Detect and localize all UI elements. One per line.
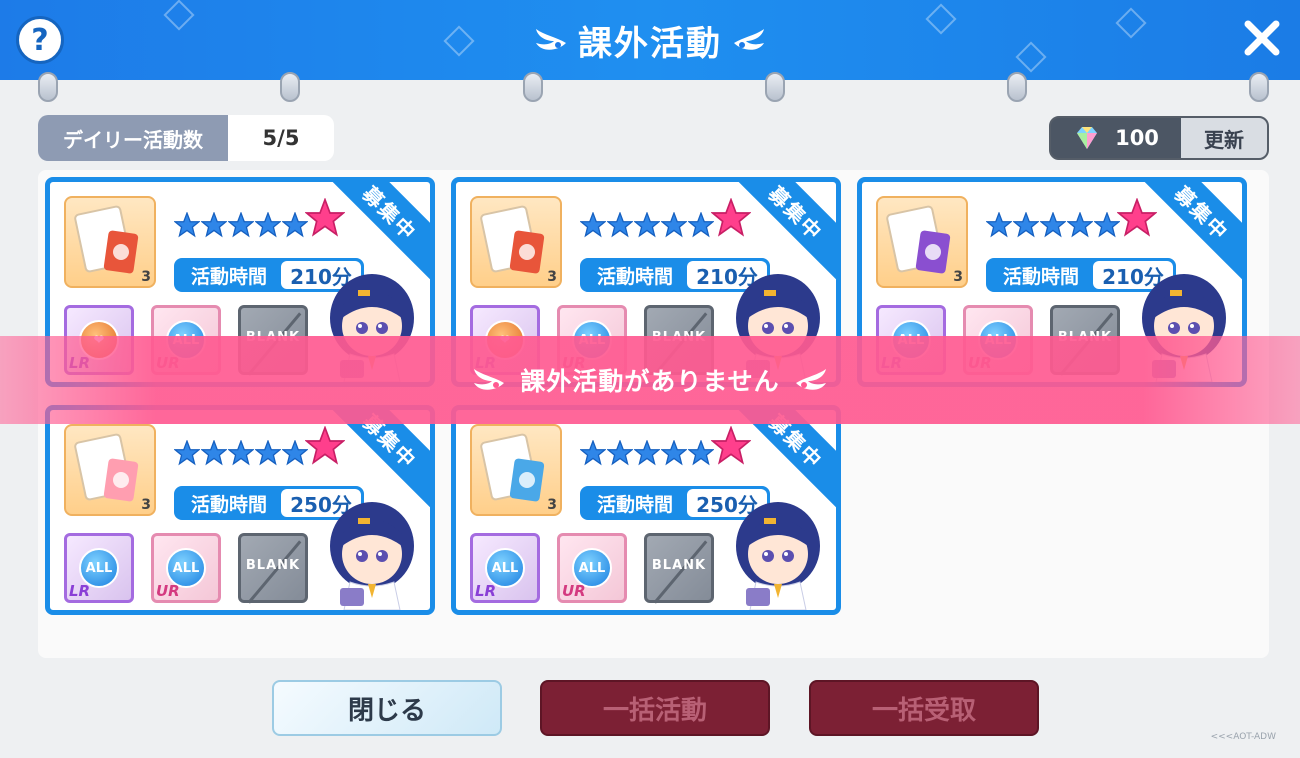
close-dialog-button[interactable]: 閉じる <box>272 680 502 736</box>
binder-rings <box>0 72 1300 104</box>
blue-star-icon <box>174 440 200 466</box>
dialog-header: ? 課外活動 <box>0 0 1300 80</box>
pink-star-icon <box>305 198 345 238</box>
title-text: 課外活動 <box>578 23 722 64</box>
blank-label: BLANK <box>651 558 707 573</box>
no-activity-message: 課外活動がありません <box>520 367 780 396</box>
rarity-stars <box>580 426 751 466</box>
binder-ring <box>523 72 543 102</box>
item-level: 3 <box>547 269 557 285</box>
blue-star-icon <box>201 440 227 466</box>
slot-lr[interactable]: ALL LR <box>64 533 134 603</box>
activity-time-label: 活動時間 <box>596 493 673 516</box>
daily-activity-label: デイリー活動数 <box>38 115 228 161</box>
binder-ring <box>1007 72 1027 102</box>
blue-star-icon <box>580 212 606 238</box>
no-activity-banner: 課外活動がありません <box>0 336 1300 424</box>
pink-star-icon <box>1117 198 1157 238</box>
blue-star-icon <box>255 212 281 238</box>
activity-card[interactable]: 募集中 3 活動時間 250分 ALL LR ALL UR BLANK <box>451 405 841 615</box>
bulk-receive-button[interactable]: 一括受取 <box>809 680 1039 736</box>
refresh-button[interactable]: 更新 <box>1181 118 1267 158</box>
blue-star-icon <box>634 212 660 238</box>
refresh-cost: 100 <box>1051 118 1181 158</box>
binder-ring <box>280 72 300 102</box>
rarity-stars <box>580 198 751 238</box>
rank-label: LR <box>475 582 497 600</box>
footer-logo: <<<AOT-ADW <box>1210 732 1276 742</box>
blue-star-icon <box>607 212 633 238</box>
blue-star-icon <box>228 212 254 238</box>
slot-blank[interactable]: BLANK <box>238 533 308 604</box>
activity-time-label: 活動時間 <box>190 265 267 288</box>
bulk-activity-button[interactable]: 一括活動 <box>540 680 770 736</box>
slot-ur[interactable]: ALL UR <box>557 533 627 603</box>
activity-card[interactable]: 募集中 3 活動時間 250分 ALL LR ALL UR BLANK <box>45 405 435 615</box>
slot-blank[interactable]: BLANK <box>644 533 714 604</box>
blue-star-icon <box>1040 212 1066 238</box>
activity-time-label: 活動時間 <box>190 493 267 516</box>
item-level: 3 <box>141 497 151 513</box>
slot-ur[interactable]: ALL UR <box>151 533 221 603</box>
blue-star-icon <box>986 212 1012 238</box>
refresh-widget: 100 更新 <box>1049 116 1269 160</box>
activity-time-label: 活動時間 <box>596 265 673 288</box>
blue-star-icon <box>580 440 606 466</box>
activity-time-label: 活動時間 <box>1002 265 1079 288</box>
blue-star-icon <box>661 212 687 238</box>
refresh-cost-value: 100 <box>1115 126 1159 150</box>
piggy-bank-icon: 3 <box>64 424 156 516</box>
rank-label: LR <box>69 582 91 600</box>
rank-label: UR <box>562 582 586 600</box>
dialog-title: 課外活動 <box>0 14 1300 66</box>
skill-book-icon: 3 <box>64 196 156 288</box>
close-x-icon <box>1244 20 1280 56</box>
blue-star-icon <box>607 440 633 466</box>
item-level: 3 <box>141 269 151 285</box>
item-level: 3 <box>547 497 557 513</box>
tickets-icon: 3 <box>470 424 562 516</box>
blue-star-icon <box>228 440 254 466</box>
pink-star-icon <box>305 426 345 466</box>
character-chibi-icon <box>322 494 422 610</box>
blue-star-icon <box>174 212 200 238</box>
blank-label: BLANK <box>245 558 301 573</box>
character-chibi-icon <box>728 494 828 610</box>
wing-right-icon <box>795 369 826 390</box>
daily-activity-value: 5/5 <box>262 126 300 150</box>
daily-activity-count: デイリー活動数 5/5 <box>38 115 334 161</box>
item-level: 3 <box>953 269 963 285</box>
blue-star-icon <box>201 212 227 238</box>
rank-label: UR <box>156 582 180 600</box>
close-button[interactable] <box>1238 14 1286 62</box>
skill-book-purple-icon: 3 <box>876 196 968 288</box>
pink-star-icon <box>711 198 751 238</box>
binder-ring <box>765 72 785 102</box>
blue-star-icon <box>634 440 660 466</box>
binder-ring <box>38 72 58 102</box>
wing-left-icon <box>536 29 566 50</box>
rarity-stars <box>986 198 1157 238</box>
rarity-stars <box>174 198 345 238</box>
blue-star-icon <box>1067 212 1093 238</box>
slot-lr[interactable]: ALL LR <box>470 533 540 603</box>
pink-star-icon <box>711 426 751 466</box>
rainbow-gem-icon <box>1077 127 1098 149</box>
blue-star-icon <box>661 440 687 466</box>
skill-book-icon: 3 <box>470 196 562 288</box>
blue-star-icon <box>1013 212 1039 238</box>
wing-left-icon <box>474 369 505 390</box>
binder-ring <box>1249 72 1269 102</box>
rarity-stars <box>174 426 345 466</box>
blue-star-icon <box>255 440 281 466</box>
wing-right-icon <box>734 29 764 50</box>
